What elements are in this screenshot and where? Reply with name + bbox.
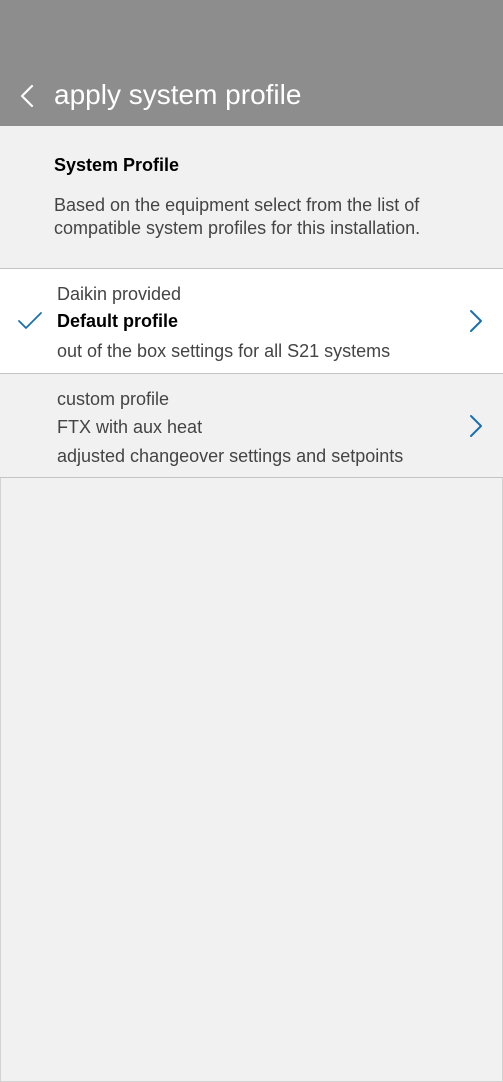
page-title: apply system profile xyxy=(54,79,302,110)
section-description: Based on the equipment select from the l… xyxy=(54,195,421,238)
chevron-right-icon xyxy=(470,310,482,332)
panel-border-left xyxy=(0,478,1,1082)
profile-source: Daikin provided xyxy=(57,284,182,304)
chevron-left-icon xyxy=(20,84,34,108)
profile-name: FTX with aux heat xyxy=(57,417,203,437)
back-button[interactable] xyxy=(16,82,40,110)
profile-item-default[interactable]: Daikin provided Default profile out of t… xyxy=(0,269,503,373)
checkmark-icon xyxy=(18,312,42,329)
chevron-right-icon xyxy=(470,415,482,437)
section-title: System Profile xyxy=(54,155,180,175)
profile-description: out of the box settings for all S21 syst… xyxy=(57,341,391,361)
profile-description: adjusted changeover settings and setpoin… xyxy=(57,446,404,466)
profile-name: Default profile xyxy=(57,311,179,331)
system-profile-intro: System Profile Based on the equipment se… xyxy=(0,126,503,268)
profile-source: custom profile xyxy=(57,389,170,409)
profile-item-custom[interactable]: custom profile FTX with aux heat adjuste… xyxy=(0,374,503,478)
divider xyxy=(0,477,503,478)
app-header: apply system profile xyxy=(0,0,503,126)
